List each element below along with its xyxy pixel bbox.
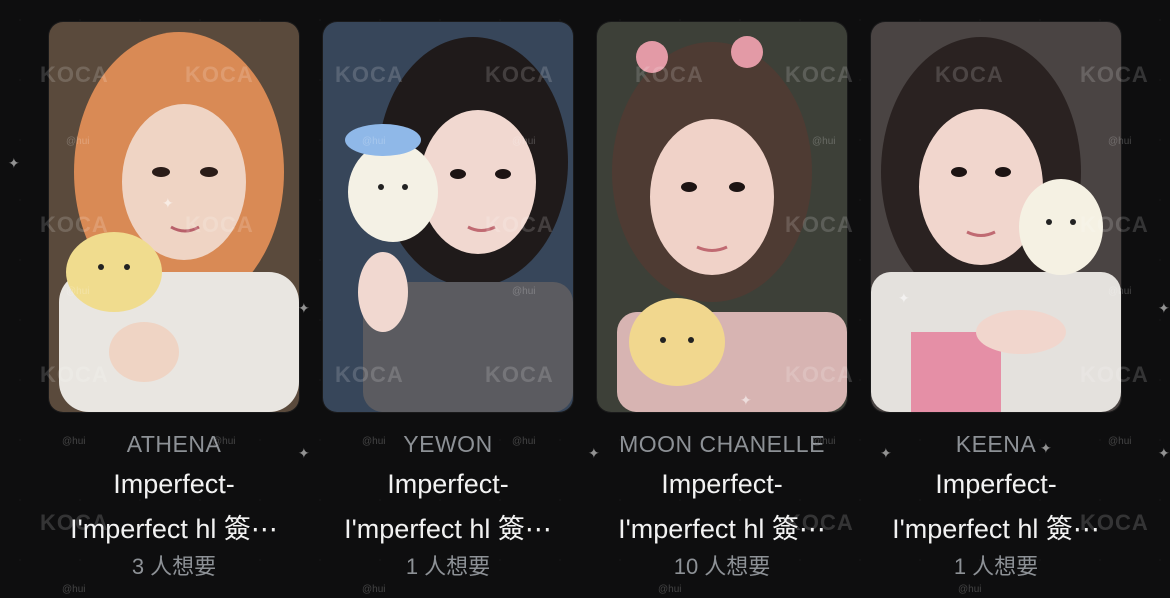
photocard-image[interactable]: [871, 22, 1121, 412]
sparkle-icon: ✦: [1158, 300, 1170, 316]
member-name: KEENA: [955, 431, 1037, 457]
photocard-image[interactable]: [49, 22, 299, 412]
photo-illustration: [323, 22, 573, 412]
photocard-item[interactable]: ATHENA Imperfect- I'mperfect hl 簽⋯ 3 人想要: [49, 0, 299, 598]
photocard-item[interactable]: KEENA Imperfect- I'mperfect hl 簽⋯ 1 人想要: [871, 0, 1121, 598]
photocard-image[interactable]: [323, 22, 573, 412]
sparkle-icon: ✦: [298, 300, 310, 316]
photo-illustration: [871, 22, 1121, 412]
photocard-item[interactable]: YEWON Imperfect- I'mperfect hl 簽⋯ 1 人想要: [323, 0, 573, 598]
card-title-line1: Imperfect-: [935, 469, 1057, 499]
wants-count: 1 人想要: [953, 554, 1039, 579]
photo-illustration: [597, 22, 847, 412]
photo-illustration: [49, 22, 299, 412]
sparkle-icon: ✦: [8, 155, 20, 171]
photocard-image[interactable]: [597, 22, 847, 412]
card-title-line2: I'mperfect hl 簽⋯: [892, 514, 1100, 544]
photocard-item[interactable]: MOON CHANELLE Imperfect- I'mperfect hl 簽…: [597, 0, 847, 598]
photocard-grid: ATHENA Imperfect- I'mperfect hl 簽⋯ 3 人想要…: [0, 0, 1170, 598]
